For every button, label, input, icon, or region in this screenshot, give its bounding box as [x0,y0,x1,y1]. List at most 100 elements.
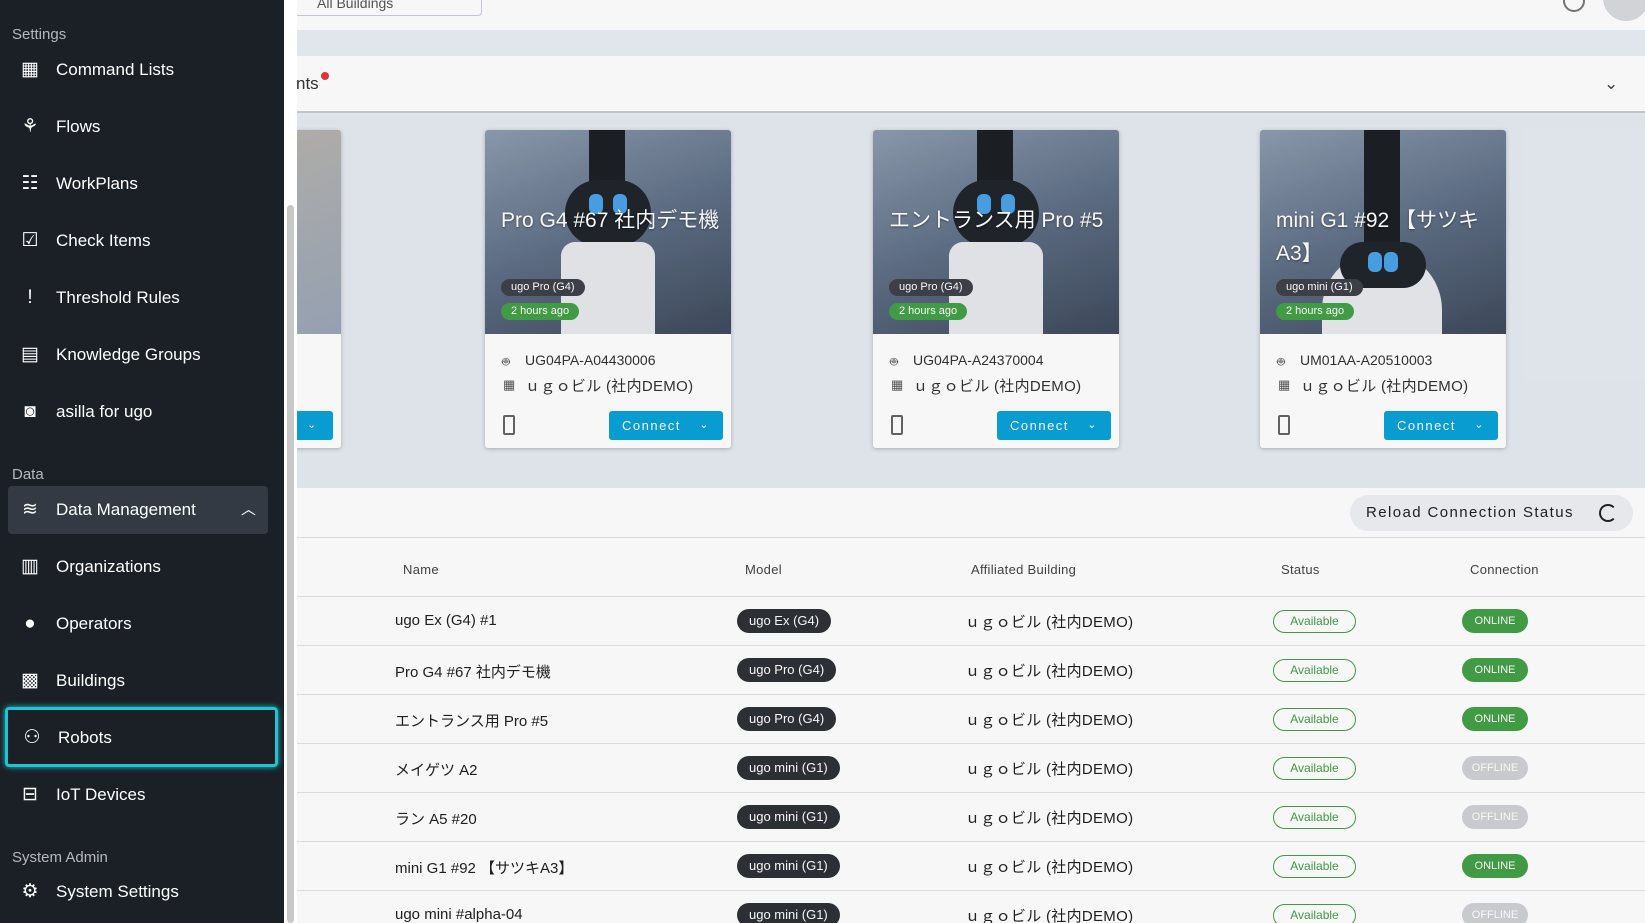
robot-serial: UG04PA-A24370004 [913,352,1044,368]
robot-card: Pro G4 #67 社内デモ機 ugo Pro (G4) 2 hours ag… [485,130,731,448]
connect-button[interactable]: Connect ⌄ [1384,411,1498,440]
router-icon: ⊟ [22,784,38,805]
sidebar-item-organizations[interactable]: ▥ Organizations [8,543,268,591]
reload-label: Reload Connection Status [1366,504,1574,521]
column-header-status[interactable]: Status [1281,562,1320,577]
avatar[interactable] [1603,0,1645,21]
model-chip: ugo Ex (G4) [737,609,832,633]
alert-icon: ! [27,287,33,308]
connect-button[interactable]: Connect ⌄ [609,411,723,440]
sidebar-item-robots[interactable]: ⚇ Robots [5,707,278,767]
robot-card-title: Pro G4 #67 社内デモ機 [501,209,720,232]
sidebar-item-threshold-rules[interactable]: ! Threshold Rules [8,274,268,322]
camera-icon: ◙ [24,401,36,422]
connection-badge: ONLINE [1462,658,1528,682]
sidebar-item-label: Command Lists [56,60,175,79]
robot-name: ugo mini #alpha-04 [395,906,523,923]
robot-card-title: エントランス用 Pro #5 [889,209,1104,232]
battery-icon [1278,415,1290,435]
chevron-down-icon: ⌄ [699,419,710,431]
connection-badge: OFFLINE [1462,805,1528,829]
chevron-down-icon[interactable]: ⌄ [1604,74,1618,94]
affiliated-building: ｕｇｏビル (社内DEMO) [965,859,1134,876]
status-badge: Available [1273,757,1356,780]
affiliated-building: ｕｇｏビル (社内DEMO) [965,908,1134,923]
robot-icon: 🤖︎ [502,354,510,369]
column-header-building[interactable]: Affiliated Building [971,562,1076,577]
status-badge: Available [1273,855,1356,878]
help-icon[interactable] [1563,0,1585,12]
section-label-settings: Settings [12,26,67,43]
sidebar-item-operators[interactable]: ● Operators [8,600,268,648]
sidebar-item-label: Operators [56,614,132,633]
robot-name: ugo Ex (G4) #1 [395,612,497,629]
column-header-connection[interactable]: Connection [1470,562,1539,577]
connect-label: Connect [1397,418,1456,433]
connection-badge: ONLINE [1462,707,1528,731]
building-icon: ▦ [891,377,904,392]
status-badge: Available [1273,806,1356,829]
sidebar-item-asilla-for-ugo[interactable]: ◙ asilla for ugo [8,388,268,436]
sidebar-item-label: Check Items [56,231,151,250]
robot-name: mini G1 #92 【サツキA3】 [395,860,574,877]
status-badge: Available [1273,708,1356,731]
connection-badge: OFFLINE [1462,756,1528,780]
last-seen-chip: 2 hours ago [501,303,580,320]
chevron-down-icon: ⌄ [1474,419,1485,431]
connect-label: Connect [1010,418,1069,433]
drawer-scrollbar-thumb[interactable] [287,205,294,923]
sidebar-item-iot-devices[interactable]: ⊟ IoT Devices [8,771,268,819]
section-label-data: Data [12,466,44,483]
connection-badge: ONLINE [1462,609,1528,633]
connect-label: Connect [622,418,681,433]
sidebar-item-workplans[interactable]: ☷ WorkPlans [8,160,268,208]
building-icon: ▥ [21,556,39,577]
sidebar-item-command-lists[interactable]: ▦ Command Lists [8,46,268,94]
model-chip: ugo Pro (G4) [737,658,837,682]
sidebar-item-knowledge-groups[interactable]: ▤ Knowledge Groups [8,331,268,379]
sidebar-item-label: asilla for ugo [56,402,153,421]
status-badge: Available [1273,659,1356,682]
battery-icon [891,415,903,435]
sidebar-item-buildings[interactable]: ▩ Buildings [8,657,268,705]
sidebar-item-label: Knowledge Groups [56,345,201,364]
reload-connection-status-button[interactable]: Reload Connection Status [1350,495,1633,531]
robot-name: ラン A5 #20 [395,811,477,828]
building-icon: ▦ [1278,377,1291,392]
last-seen-chip: 2 hours ago [889,303,968,320]
notification-dot [321,72,329,80]
events-title: nts [296,74,319,93]
column-header-model[interactable]: Model [745,562,782,577]
status-badge: Available [1273,610,1356,633]
affiliated-building: ｕｇｏビル (社内DEMO) [965,712,1134,729]
sidebar-item-system-settings[interactable]: ⚙ System Settings [8,868,268,916]
building-filter-value: All Buildings [317,0,394,11]
sidebar-item-data-management[interactable]: ≋ Data Management ︿ [8,486,268,534]
robot-building: ｕｇｏビル (社内DEMO) [1300,378,1469,395]
model-chip: ugo mini (G1) [737,805,840,829]
sidebar-item-label: Buildings [56,671,125,690]
robot-card: mini G1 #92 【サツキA3】 ugo mini (G1) 2 hour… [1260,130,1506,448]
connect-button[interactable]: Connect ⌄ [997,411,1111,440]
connection-badge: ONLINE [1462,854,1528,878]
sidebar-item-label: Flows [56,117,101,136]
sidebar-item-label: Threshold Rules [56,288,180,307]
sidebar-item-flows[interactable]: ⚘ Flows [8,103,268,151]
robot-building: ｕｇｏビル (社内DEMO) [525,378,694,395]
status-badge: Available [1273,904,1356,923]
grid-icon: ▦ [21,59,39,80]
model-chip: ugo mini (G1) [1276,279,1363,296]
sidebar-item-label: System Settings [56,882,179,901]
sidebar-item-check-items[interactable]: ☑ Check Items [8,217,268,265]
affiliated-building: ｕｇｏビル (社内DEMO) [965,761,1134,778]
person-icon: ● [24,613,36,634]
sidebar-item-label: Robots [58,728,112,747]
checklist-icon: ☷ [21,173,39,194]
robot-serial: UG04PA-A04430006 [525,352,656,368]
navigation-drawer: Settings Data System Admin ▦ Command List… [0,0,284,923]
building-icon: ▦ [503,377,516,392]
building-filter-select[interactable]: All Buildings [280,0,482,16]
model-chip: ugo Pro (G4) [889,279,973,296]
column-header-name[interactable]: Name [403,562,439,577]
robot-name: メイゲツ A2 [395,762,478,779]
